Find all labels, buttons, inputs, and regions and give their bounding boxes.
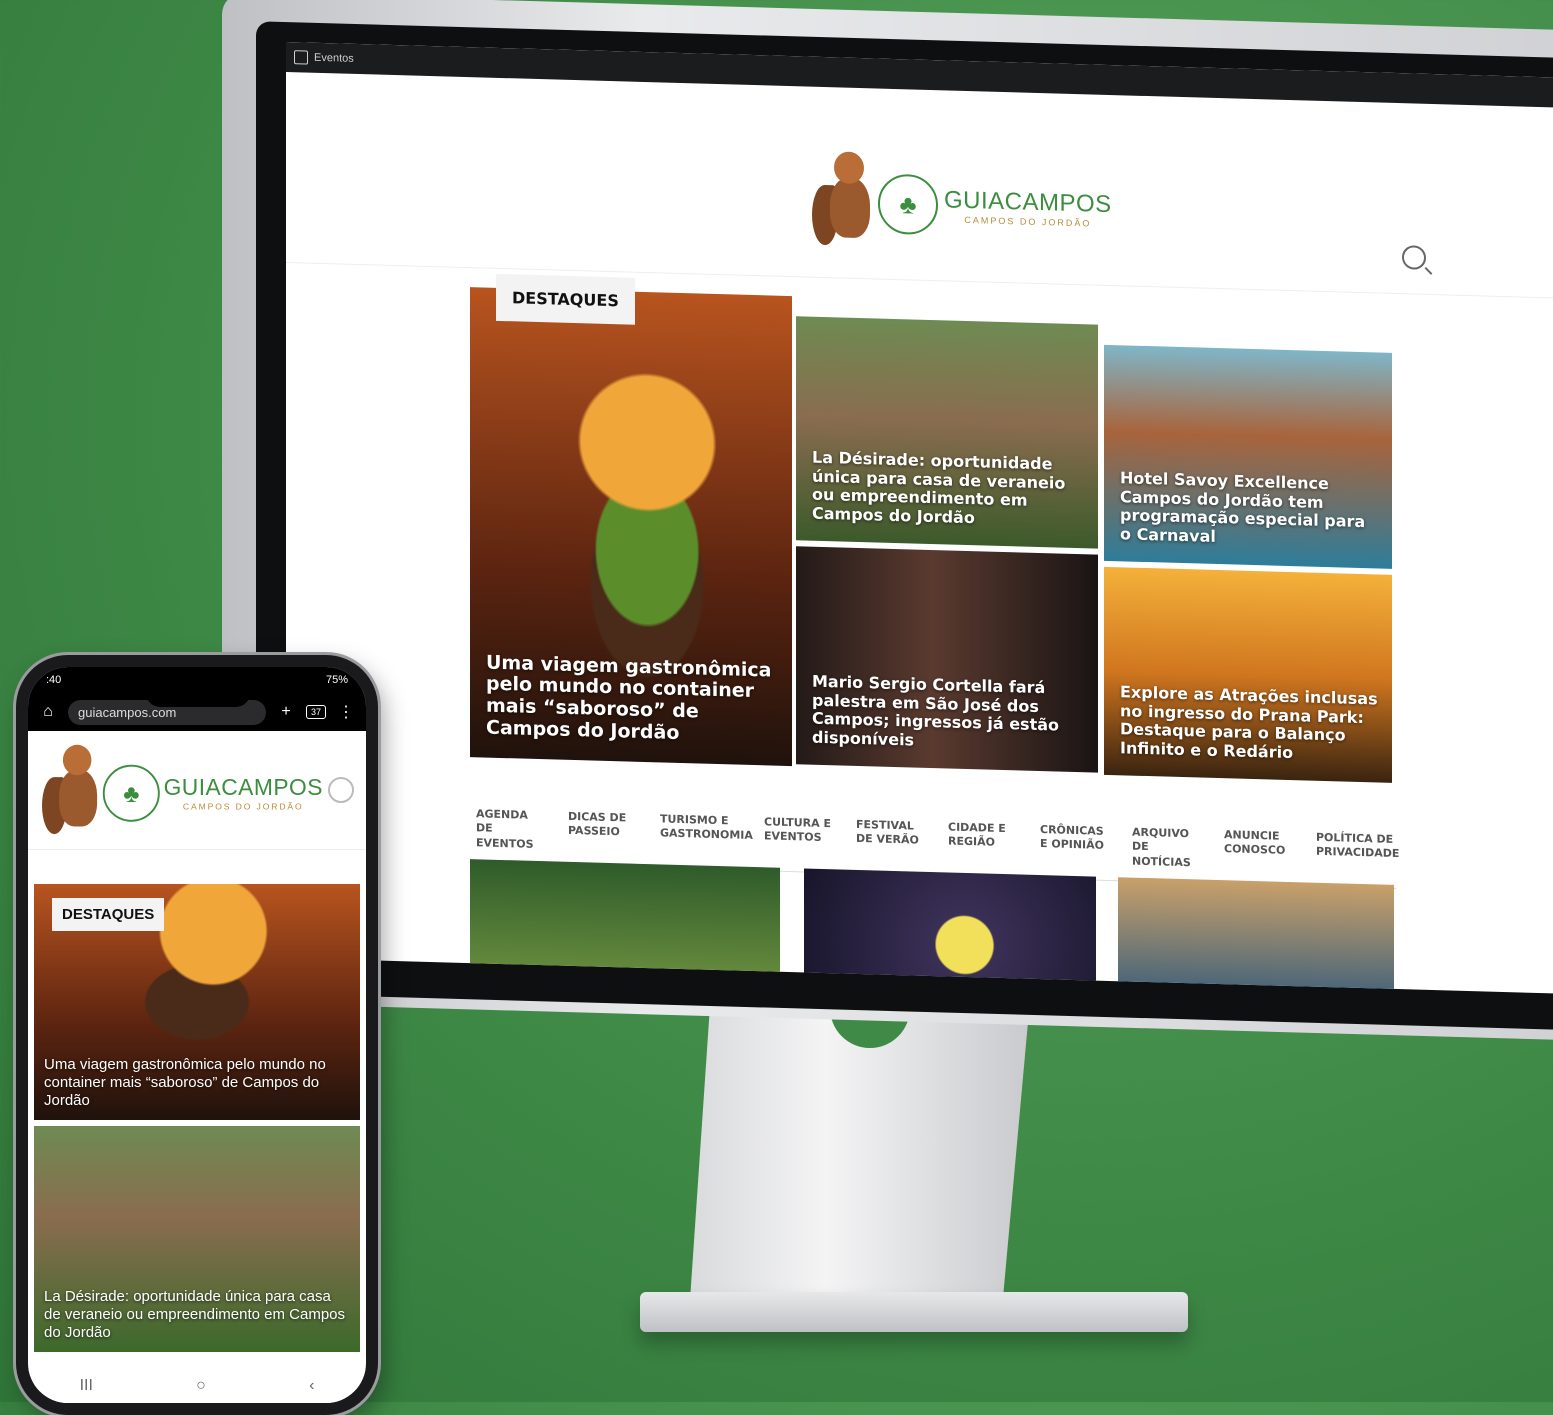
plus-icon[interactable]: + [276, 703, 296, 721]
home-icon[interactable]: ⌂ [38, 703, 58, 721]
mobile-site-logo[interactable]: ♣ GUIACAMPOS CAMPOS DO JORDÃO [42, 741, 323, 846]
featured-card[interactable]: Mario Sergio Cortella fará palestra em S… [796, 546, 1098, 773]
search-icon[interactable] [1402, 245, 1426, 270]
category-link[interactable]: POLÍTICA DE PRIVACIDADE [1316, 831, 1399, 876]
category-link[interactable]: AGENDA DE EVENTOS [476, 807, 544, 852]
mobile-featured-card[interactable]: DESTAQUES Uma viagem gastronômica pelo m… [34, 884, 360, 1120]
category-link[interactable]: CRÔNICAS E OPINIÃO [1040, 823, 1108, 868]
category-link[interactable]: CULTURA E EVENTOS [764, 815, 832, 860]
featured-card-title[interactable]: Hotel Savoy Excellence Campos do Jordão … [1120, 469, 1378, 551]
window-tab-title[interactable]: Eventos [314, 52, 354, 65]
mobile-featured-card[interactable]: La Désirade: oportunidade única para cas… [34, 1126, 360, 1352]
featured-label: DESTAQUES [496, 273, 635, 325]
monitor-screen: Eventos ♣ GUIACAMPOS CAMPOS DO JORDÃO DE… [286, 41, 1553, 995]
android-nav-bar: III ○ ‹ [28, 1369, 366, 1403]
menu-icon[interactable]: ⋮ [336, 702, 356, 722]
pine-tree-icon: ♣ [878, 173, 938, 236]
brand-subtitle: CAMPOS DO JORDÃO [182, 801, 304, 812]
back-button[interactable]: ‹ [309, 1377, 314, 1395]
featured-card-title[interactable]: Explore as Atrações inclusas no ingresso… [1120, 683, 1378, 765]
featured-label: DESTAQUES [52, 898, 165, 931]
dynamic-island [146, 679, 250, 707]
window-tab-icon [294, 50, 308, 65]
article-thumbnail[interactable] [1118, 877, 1394, 995]
squirrel-mascot-icon [812, 147, 872, 259]
home-button[interactable]: ○ [196, 1377, 206, 1395]
featured-card[interactable]: Uma viagem gastronômica pelo mundo no co… [470, 287, 792, 767]
monitor-stand-base [640, 1292, 1188, 1332]
brand-name: GUIACAMPOS [163, 775, 323, 801]
site-logo[interactable]: ♣ GUIACAMPOS CAMPOS DO JORDÃO [812, 147, 1112, 265]
status-battery: 75% [325, 674, 348, 686]
featured-grid: DESTAQUES Uma viagem gastronômica pelo m… [470, 273, 1394, 783]
category-link[interactable]: ARQUIVO DE NOTÍCIAS [1132, 826, 1200, 871]
recents-button[interactable]: III [80, 1377, 93, 1395]
mobile-featured-card-title[interactable]: La Désirade: oportunidade única para cas… [44, 1288, 350, 1342]
status-time: :40 [46, 674, 62, 686]
phone-screen: :40 75% ⌂ guiacampos.com + 37 ⋮ ♣ GUIACA… [28, 667, 366, 1403]
category-link[interactable]: FESTIVAL DE VERÃO [856, 818, 924, 863]
site-header: ♣ GUIACAMPOS CAMPOS DO JORDÃO [286, 71, 1553, 300]
featured-card-title[interactable]: Mario Sergio Cortella fará palestra em S… [812, 672, 1084, 754]
phone-device: :40 75% ⌂ guiacampos.com + 37 ⋮ ♣ GUIACA… [16, 655, 378, 1415]
category-link[interactable]: CIDADE E REGIÃO [948, 820, 1016, 865]
mobile-site-header: ♣ GUIACAMPOS CAMPOS DO JORDÃO [28, 731, 366, 850]
mobile-featured-card-title[interactable]: Uma viagem gastronômica pelo mundo no co… [44, 1056, 350, 1110]
category-link[interactable]: DICAS DE PASSEIO [568, 810, 636, 855]
squirrel-mascot-icon [42, 741, 99, 846]
featured-card-title[interactable]: La Désirade: oportunidade única para cas… [812, 448, 1084, 530]
pine-tree-icon: ♣ [102, 764, 160, 822]
search-icon[interactable] [328, 777, 354, 803]
featured-card-title[interactable]: Uma viagem gastronômica pelo mundo no co… [486, 651, 778, 748]
tabs-icon[interactable]: 37 [305, 705, 326, 719]
featured-card[interactable]: La Désirade: oportunidade única para cas… [796, 316, 1098, 549]
featured-card[interactable]: Hotel Savoy Excellence Campos do Jordão … [1104, 344, 1392, 569]
category-link[interactable]: ANUNCIE CONOSCO [1224, 828, 1292, 873]
category-link[interactable]: TURISMO E GASTRONOMIA [660, 812, 753, 857]
featured-card[interactable]: Explore as Atrações inclusas no ingresso… [1104, 566, 1392, 783]
